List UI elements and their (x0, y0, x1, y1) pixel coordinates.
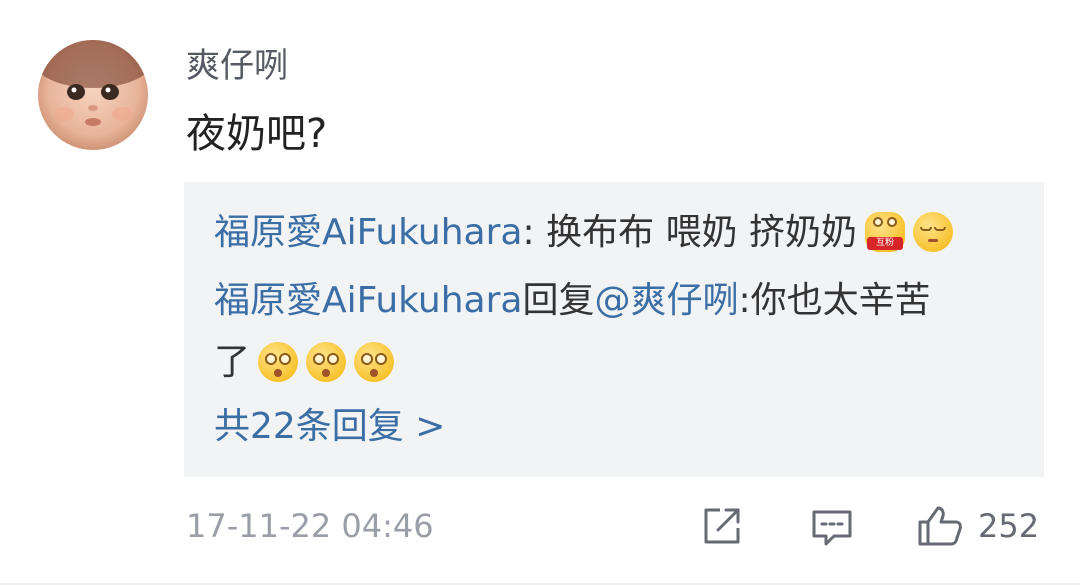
reply-text: 了 (214, 342, 251, 383)
avatar[interactable] (38, 40, 148, 150)
reply-text: 换布布 喂奶 挤奶奶 (546, 212, 857, 253)
like-count: 252 (978, 507, 1040, 545)
comment-button[interactable] (810, 504, 854, 548)
dizzy-face-emoji (258, 342, 299, 382)
like-button[interactable]: 252 (916, 504, 1039, 548)
timestamp: 17-11-22 04:46 (186, 507, 434, 545)
baby-face-image (38, 40, 148, 126)
comment-icon (812, 510, 852, 546)
thumbs-up-icon (918, 506, 962, 546)
username[interactable]: 爽仔咧 (186, 44, 288, 88)
dizzy-face-emoji (306, 342, 347, 382)
share-icon (704, 508, 740, 544)
replies-box[interactable]: 福原愛AiFukuhara: 换布布 喂奶 挤奶奶 互粉 福原愛AiFukuhar… (184, 182, 1044, 477)
reply-author-link[interactable]: 福原愛AiFukuhara (214, 212, 522, 253)
reply-item: 福原愛AiFukuhara: 换布布 喂奶 挤奶奶 互粉 (214, 208, 1004, 258)
more-replies-link[interactable]: 共22条回复 > (214, 402, 445, 452)
dizzy-face-emoji (354, 342, 395, 382)
reply-author-link[interactable]: 福原愛AiFukuhara (214, 280, 522, 321)
fan-badge-label: 互粉 (866, 237, 903, 250)
fan-badge-emoji: 互粉 (864, 212, 905, 252)
reply-text: :你也太辛苦 (738, 280, 931, 321)
mention-link[interactable]: @爽仔咧 (595, 280, 739, 321)
share-button[interactable] (700, 504, 744, 548)
reply-item-continued: 了 (214, 338, 1004, 388)
reply-item: 福原愛AiFukuhara回复@爽仔咧:你也太辛苦 (214, 276, 1004, 326)
reply-word: 回复 (522, 280, 595, 321)
reply-separator: : (522, 212, 547, 253)
comment-item: 爽仔咧 夜奶吧? 福原愛AiFukuhara: 换布布 喂奶 挤奶奶 互粉 福原愛… (0, 0, 1080, 585)
comment-text: 夜奶吧? (186, 111, 328, 157)
sleepy-face-emoji (912, 212, 953, 252)
